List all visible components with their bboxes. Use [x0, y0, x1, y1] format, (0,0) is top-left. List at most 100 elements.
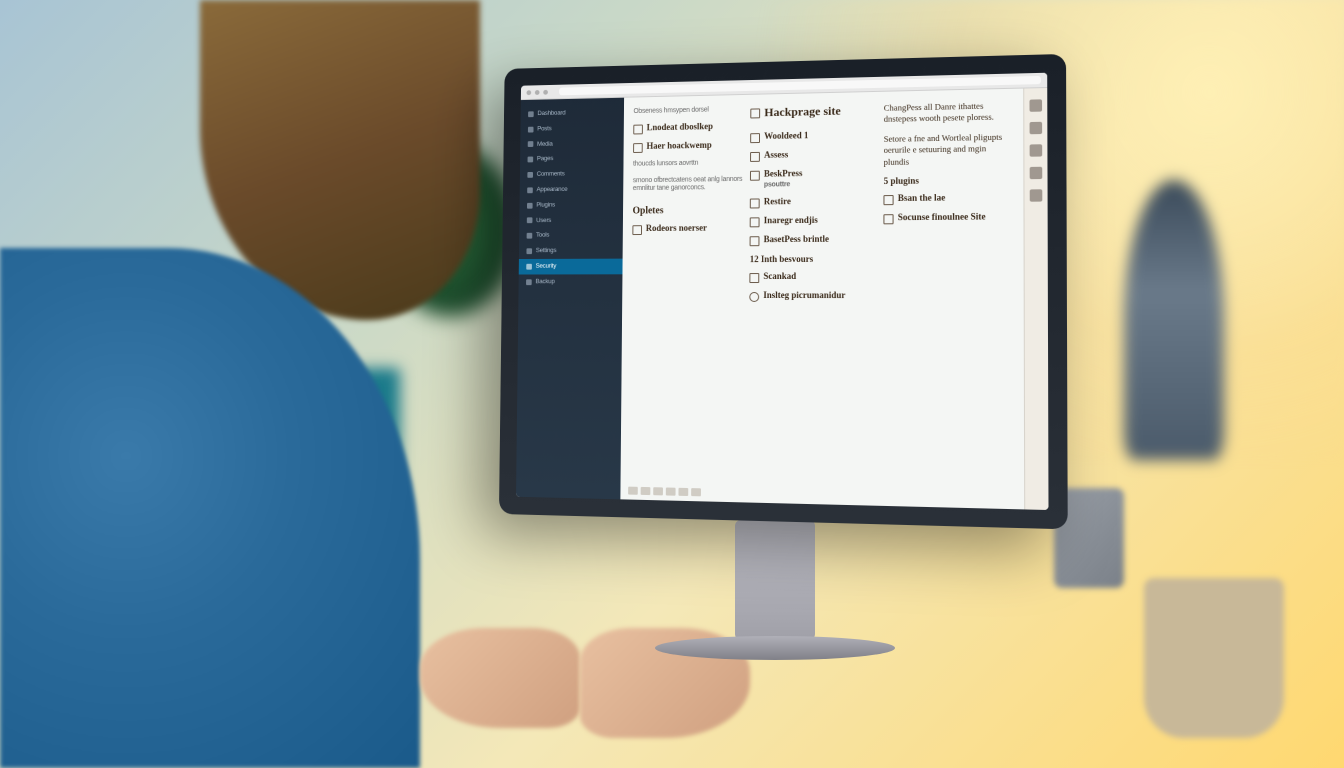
title-text: Hackprage site — [764, 104, 840, 120]
checklist-label: Restire — [764, 197, 791, 207]
checklist-item[interactable]: BeskPress psouttre — [750, 168, 875, 190]
dashboard-icon — [528, 111, 534, 117]
checklist-label: Haer hoackwemp — [646, 141, 711, 152]
tools-icon — [527, 233, 533, 239]
posts-icon — [528, 126, 534, 132]
status-chip — [628, 487, 638, 495]
checkbox-icon[interactable] — [633, 125, 643, 135]
sidebar-label: Tools — [536, 232, 549, 240]
checkbox-icon[interactable] — [884, 195, 894, 205]
checklist-label: Inaregr endjis — [764, 216, 818, 226]
sidebar-item-media[interactable]: Media — [520, 135, 624, 152]
checkbox-icon[interactable] — [750, 273, 760, 283]
checkbox-icon[interactable] — [750, 152, 760, 162]
status-chip — [691, 488, 701, 496]
sidebar-item-appearance[interactable]: Appearance — [520, 181, 624, 198]
checkbox-icon[interactable] — [750, 236, 760, 246]
checklist-item[interactable]: Rodeors noerser — [632, 223, 742, 235]
monitor-frame: Dashboard Posts Media Pages Comments — [499, 54, 1068, 529]
note-text: Obseness hmsypen dorsel — [633, 106, 742, 117]
checkbox-icon[interactable] — [750, 171, 760, 181]
sidebar-item-plugins[interactable]: Plugins — [519, 197, 623, 213]
hand-left — [420, 628, 580, 728]
users-icon — [527, 218, 533, 224]
column-2: Hackprage site Wooldeed 1 Assess BeskPre… — [748, 103, 875, 498]
checklist-label: Wooldeed 1 — [764, 131, 808, 142]
sidebar-label: Users — [536, 217, 551, 225]
desk-lamp — [1124, 180, 1224, 460]
checklist-item[interactable]: BasetPess brintle — [750, 235, 876, 247]
status-strip — [628, 486, 701, 498]
monitor-base — [655, 636, 895, 660]
sidebar-item-tools[interactable]: Tools — [519, 228, 623, 244]
checklist-label: Rodeors noerser — [646, 223, 707, 233]
checklist-item[interactable]: Wooldeed 1 — [750, 130, 875, 143]
checkbox-icon[interactable] — [750, 218, 760, 228]
comments-icon — [527, 172, 533, 178]
checklist-item[interactable]: Lnodeat dboslkep — [633, 122, 742, 135]
checklist-item[interactable]: Assess — [750, 149, 875, 162]
checkbox-icon[interactable] — [750, 133, 760, 143]
checklist-sublabel: psouttre — [764, 181, 790, 188]
coffee-mug — [1144, 578, 1284, 738]
checklist-item[interactable]: Socunse finoulnee Site — [884, 212, 1013, 224]
monitor: Dashboard Posts Media Pages Comments — [490, 60, 1060, 520]
radio-icon[interactable] — [750, 292, 760, 302]
sidebar-item-comments[interactable]: Comments — [520, 166, 624, 183]
tool-icon[interactable] — [1029, 99, 1042, 111]
sidebar-item-settings[interactable]: Settings — [519, 243, 623, 259]
sidebar-item-security[interactable]: Security — [519, 259, 623, 275]
window-control-icon[interactable] — [526, 90, 531, 95]
sidebar-label: Plugins — [536, 201, 555, 209]
checklist-label: Socunse finoulnee Site — [898, 213, 986, 224]
checklist-label: Bsan the lae — [898, 194, 946, 204]
window-control-icon[interactable] — [535, 90, 540, 95]
page-title: Hackprage site — [751, 103, 876, 121]
plugins-icon — [527, 203, 533, 209]
sidebar-label: Media — [537, 140, 553, 148]
checklist-label: BeskPress — [764, 168, 802, 178]
checkbox-icon[interactable] — [751, 108, 761, 118]
sidebar-label: Pages — [537, 156, 553, 164]
checklist-label: Assess — [764, 150, 788, 160]
tool-icon[interactable] — [1030, 189, 1043, 201]
sidebar-item-backup[interactable]: Backup — [519, 274, 623, 290]
sidebar-item-pages[interactable]: Pages — [520, 151, 624, 168]
column-3: ChangPess all Danre ithattes dnstepess w… — [883, 100, 1014, 501]
checklist-label: Lnodeat dboslkep — [647, 123, 713, 134]
right-toolbar — [1023, 73, 1048, 510]
window-control-icon[interactable] — [543, 89, 548, 94]
sidebar-label: Dashboard — [537, 110, 565, 118]
checklist-item[interactable]: Scankad — [750, 272, 876, 283]
main-content: Obseness hmsypen dorsel Lnodeat dboslkep… — [620, 73, 1024, 509]
paragraph-text: Setore a fne and Wortleal pligupts oerur… — [884, 131, 1013, 168]
checklist-item[interactable]: Bsan the lae — [884, 193, 1013, 206]
checklist-item[interactable]: Inslteg picrumanidur — [750, 291, 876, 302]
checkbox-icon[interactable] — [632, 225, 642, 235]
checklist-label: Inslteg picrumanidur — [763, 291, 845, 301]
monitor-stand — [735, 520, 815, 640]
tool-icon[interactable] — [1030, 167, 1043, 179]
stat-text: 5 plugins — [884, 175, 1013, 187]
status-chip — [641, 487, 651, 495]
backup-icon — [526, 279, 532, 285]
checklist-item[interactable]: Restire — [750, 197, 875, 209]
sidebar-item-users[interactable]: Users — [519, 212, 623, 228]
tool-icon[interactable] — [1030, 144, 1043, 156]
checkbox-icon[interactable] — [633, 143, 643, 153]
checkbox-icon[interactable] — [750, 199, 760, 209]
sidebar-label: Backup — [535, 278, 554, 286]
checklist-label: Scankad — [763, 272, 796, 282]
checklist-label: BasetPess brintle — [764, 235, 829, 245]
paragraph-text: ChangPess all Danre ithattes dnstepess w… — [884, 100, 1013, 126]
sidebar-label: Settings — [536, 247, 557, 255]
tool-icon[interactable] — [1030, 122, 1043, 134]
stat-text: 12 Inth besvours — [750, 254, 876, 264]
status-chip — [653, 487, 663, 495]
checklist-item[interactable]: Inaregr endjis — [750, 216, 876, 228]
shield-icon — [526, 264, 532, 270]
status-chip — [666, 487, 676, 495]
checkbox-icon[interactable] — [884, 215, 894, 225]
checklist-item[interactable]: Haer hoackwemp — [633, 141, 743, 154]
sidebar-label: Posts — [537, 125, 551, 133]
